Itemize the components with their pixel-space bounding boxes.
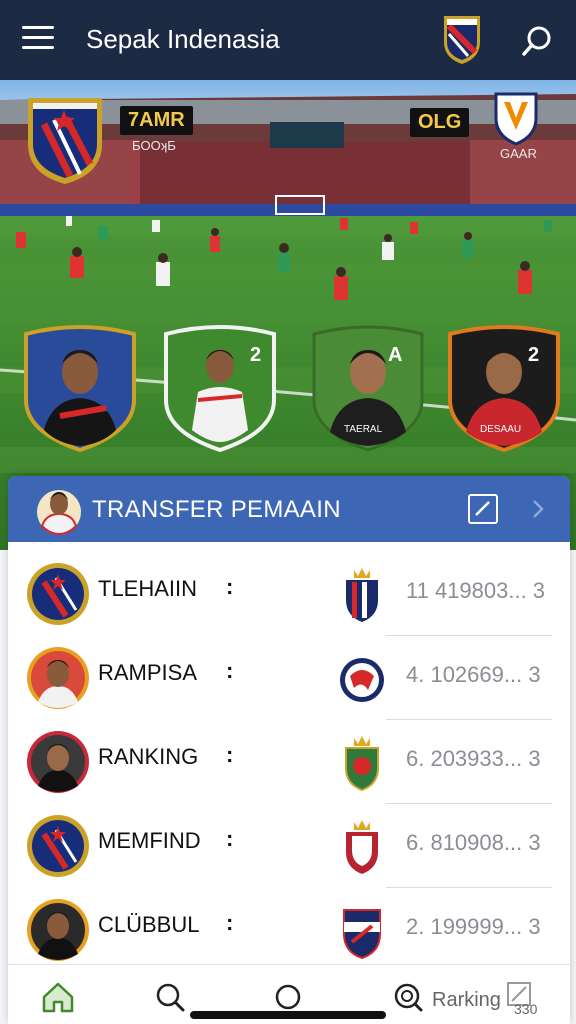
player-portrait-icon [24, 325, 136, 452]
home-icon[interactable] [38, 977, 78, 1017]
club-logo-icon [346, 820, 378, 874]
club-badge-icon[interactable] [440, 12, 484, 66]
row-name: RAMPISA [98, 660, 198, 685]
player-card-1[interactable] [22, 320, 138, 452]
user-avatar-icon[interactable] [34, 482, 84, 536]
player-avatar-icon [27, 647, 89, 709]
club-logo-icon [346, 568, 378, 622]
edit-icon[interactable] [468, 494, 498, 524]
home-indicator[interactable] [190, 1011, 386, 1019]
player-avatar-icon [27, 731, 89, 793]
list-item[interactable]: TLEHAIIN : 11 419803... 3 [8, 552, 570, 636]
player-portrait-icon [164, 325, 276, 452]
list-item[interactable]: MEMFIND : 6. 810908... 3 [8, 804, 570, 888]
chevron-right-icon[interactable] [526, 496, 550, 522]
top-app-bar: Sepak Indenasia [0, 0, 576, 80]
row-value: 4. 102669... 3 [406, 662, 541, 687]
home-score-box: 7AMR [120, 106, 193, 135]
row-value: 6. 810908... 3 [406, 830, 541, 855]
player-number: A [388, 344, 403, 366]
list-item[interactable]: RAMPISA : 4. 102669... 3 [8, 636, 570, 720]
row-value: 2. 199999... 3 [406, 914, 541, 939]
row-separator: : [226, 742, 234, 767]
player-avatar-icon [27, 899, 89, 961]
jersey-text: TAERAL [344, 424, 383, 435]
club-logo-icon [345, 736, 379, 792]
explore-nav-icon[interactable] [388, 977, 428, 1017]
row-separator: : [226, 910, 234, 935]
away-club-crest [494, 92, 538, 146]
row-value: 6. 203933... 3 [406, 746, 541, 771]
list-item[interactable]: RANKING : 6. 203933... 3 [8, 720, 570, 804]
player-card-4[interactable]: 2 DESAAU [446, 320, 562, 452]
player-number: 2 [250, 344, 262, 366]
row-name: MEMFIND [98, 828, 201, 853]
list-item[interactable]: CLÜBBUL : 2. 199999... 3 [8, 888, 570, 972]
away-score-sub: GAAR [500, 146, 537, 161]
club-logo-icon [340, 658, 384, 702]
club-crest-icon [27, 815, 89, 877]
transfer-panel: TRANSFER PEMAAIN TLEHAIIN : 11 419803...… [8, 476, 570, 1024]
panel-title: TRANSFER PEMAAIN [92, 496, 341, 523]
row-separator: : [226, 658, 234, 683]
app-screen: Sepak Indenasia 7AMR ƂOOʞƂ OLG GAAR 2 A … [0, 0, 576, 1024]
search-icon[interactable] [520, 24, 554, 58]
row-value: 11 419803... 3 [406, 578, 546, 603]
search-nav-icon[interactable] [150, 977, 190, 1017]
menu-icon[interactable] [22, 26, 54, 54]
player-number: 2 [528, 344, 540, 366]
home-score-sub: ƂOOʞƂ [132, 138, 176, 153]
away-score-box: OLG [410, 108, 470, 137]
home-club-crest [28, 98, 102, 184]
row-name: CLÜBBUL [98, 912, 200, 937]
app-title: Sepak Indenasia [86, 24, 280, 54]
panel-header: TRANSFER PEMAAIN [8, 476, 570, 542]
row-name: RANKING [98, 744, 199, 769]
player-card-2[interactable]: 2 [162, 320, 278, 452]
player-card-3[interactable]: A TAERAL [310, 320, 426, 452]
club-crest-icon [27, 563, 89, 625]
row-separator: : [226, 574, 234, 599]
ranking-nav-label[interactable]: Rarking [432, 989, 501, 1012]
club-logo-icon [343, 909, 381, 960]
row-name: TLEHAIIN [98, 576, 198, 601]
jersey-text: DESAAU [480, 424, 522, 435]
ranking-badge: 330 [514, 1001, 538, 1017]
row-separator: : [226, 826, 234, 851]
